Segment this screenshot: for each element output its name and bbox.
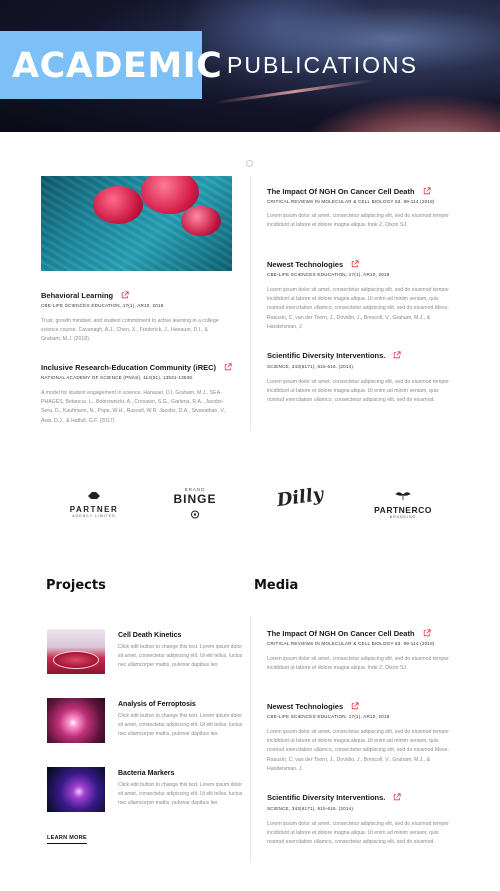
external-link-icon[interactable]: [351, 702, 359, 710]
handshake-icon: [88, 492, 100, 499]
pub-title-text[interactable]: Newest Technologies: [267, 260, 343, 269]
external-link-icon[interactable]: [121, 291, 129, 299]
pub-meta: SCIENCE, 343(6171), 615-616. (2014).: [267, 364, 355, 369]
media-meta: CBE-LIFE SCIENCES EDUCATION, 17(1), AR10…: [267, 714, 390, 719]
pub-title-text[interactable]: Inclusive Research-Education Community (…: [41, 363, 216, 372]
leaf-icon: [395, 492, 411, 500]
cell-microscopy-image: [41, 176, 232, 271]
pub-title-text[interactable]: Behavioral Learning: [41, 291, 113, 300]
pub-title-text[interactable]: Scientific Diversity Interventions.: [267, 351, 385, 360]
pub-title-irec[interactable]: Inclusive Research-Education Community (…: [41, 363, 232, 372]
hero-streak: [215, 78, 375, 105]
pub-title-newest-technologies[interactable]: Newest Technologies: [267, 260, 359, 269]
hero-cell-glow: [300, 95, 500, 132]
project-title[interactable]: Bacteria Markers: [118, 770, 174, 777]
pub-text: Lorem ipsum dolor sit amet, consectetur …: [267, 213, 449, 229]
pub-meta: CBE-LIFE SCIENCES EDUCATION, 17(1), AR10…: [41, 303, 164, 308]
pub-meta: CBE-LIFE SCIENCES EDUCATION, 17(1), AR10…: [267, 272, 390, 277]
hero-subtitle: PUBLICATIONS: [227, 52, 418, 78]
pub-text: Trust, growth mindset, and student commi…: [41, 318, 219, 343]
partner-logo-text: PARTNER: [69, 505, 119, 514]
pub-title-text[interactable]: The Impact Of NGH On Cancer Cell Death: [267, 187, 415, 196]
pub-title-scientific-diversity[interactable]: Scientific Diversity Interventions.: [267, 351, 402, 360]
external-link-icon[interactable]: [351, 260, 359, 268]
partner-logo[interactable]: PARTNER AGENCY LIMITED: [66, 487, 122, 518]
pub-title-behavioral-learning[interactable]: Behavioral Learning: [41, 291, 129, 300]
external-link-icon[interactable]: [224, 363, 232, 371]
external-link-icon[interactable]: [423, 187, 431, 195]
external-link-icon[interactable]: [393, 351, 402, 359]
petri-dish-image[interactable]: [47, 629, 105, 674]
partner-logo-tag: AGENCY LIMITED: [72, 514, 116, 518]
badge-icon: [191, 510, 199, 519]
external-link-icon[interactable]: [423, 629, 431, 637]
binge-logo[interactable]: BRAND BINGE: [166, 487, 224, 524]
project-text: Click edit button to change this text. L…: [118, 644, 243, 669]
learn-more-link[interactable]: LEARN MORE: [47, 835, 87, 844]
project-text: Click edit button to change this text. L…: [118, 782, 243, 807]
media-text: Lorem ipsum dolor sit amet, consectetur …: [267, 821, 449, 846]
media-heading: Media: [254, 578, 299, 593]
column-divider: [250, 616, 251, 862]
pub-text: Lorem ipsum dolor sit amet, consectetur …: [267, 379, 449, 404]
media-title-ngh[interactable]: The Impact Of NGH On Cancer Cell Death: [267, 629, 431, 638]
media-meta: CRITICAL REVIEWS IN MOLECULAR & CELL BIO…: [267, 641, 435, 646]
media-title-text[interactable]: Newest Technologies: [267, 702, 343, 711]
pub-title-ngh[interactable]: The Impact Of NGH On Cancer Cell Death: [267, 187, 431, 196]
partnerco-logo[interactable]: PARTNERCO BRANDING: [372, 487, 434, 519]
pub-text: Lorem ipsum dolor sit amet, consectetur …: [267, 287, 449, 330]
media-title-newest-technologies[interactable]: Newest Technologies: [267, 702, 359, 711]
media-title-scientific-diversity[interactable]: Scientific Diversity Interventions.: [267, 793, 402, 802]
hero-title: ACADEMIC: [12, 46, 223, 86]
slider-dot[interactable]: [246, 160, 253, 167]
partnerco-logo-text: PARTNERCO: [374, 505, 432, 515]
media-title-text[interactable]: The Impact Of NGH On Cancer Cell Death: [267, 629, 415, 638]
media-meta: SCIENCE, 343(6171), 615-616. (2014).: [267, 806, 355, 811]
column-divider: [250, 176, 251, 431]
project-title[interactable]: Cell Death Kinetics: [118, 632, 181, 639]
hero-banner: ACADEMIC PUBLICATIONS: [0, 0, 500, 132]
partnerco-logo-tag: BRANDING: [389, 515, 417, 519]
pub-meta: CRITICAL REVIEWS IN MOLECULAR & CELL BIO…: [267, 199, 435, 204]
dilly-logo-text: Dilly: [275, 483, 325, 512]
project-text: Click edit button to change this text. L…: [118, 713, 243, 738]
binge-logo-text: BINGE: [173, 492, 217, 506]
external-link-icon[interactable]: [393, 793, 402, 801]
pub-text: A model for student engagement in scienc…: [41, 390, 227, 424]
plasma-image[interactable]: [47, 698, 105, 743]
bacteria-image[interactable]: [47, 767, 105, 812]
media-title-text[interactable]: Scientific Diversity Interventions.: [267, 793, 385, 802]
pub-meta: NATIONAL ACADEMY OF SCIENCE (PNAS), 114(…: [41, 375, 194, 380]
media-text: Lorem ipsum dolor sit amet, consectetur …: [267, 656, 449, 672]
projects-heading: Projects: [46, 578, 106, 593]
dilly-logo[interactable]: Dilly: [275, 483, 325, 512]
media-text: Lorem ipsum dolor sit amet, consectetur …: [267, 729, 449, 772]
project-title[interactable]: Analysis of Ferroptosis: [118, 701, 196, 708]
